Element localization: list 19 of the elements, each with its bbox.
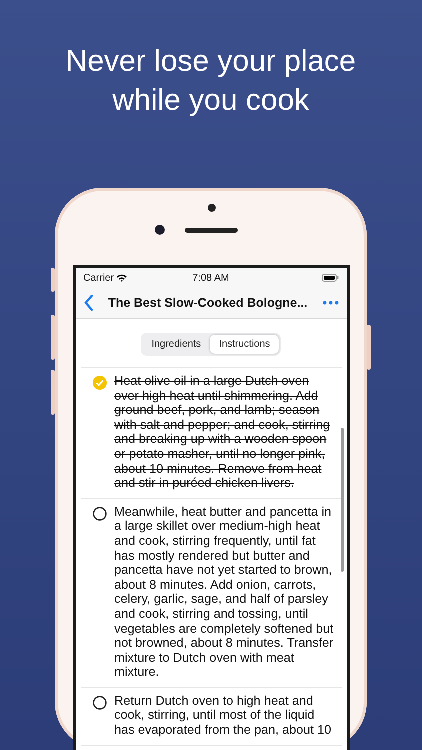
step-text: Meanwhile, heat butter and pancetta in a large skillet over medium-high heat and cook, stirring frequently, until fat has mostly rendered but butter and pancetta have not yet started to brown, about 8 minutes. Add onion, carrots, celery, garlic, sage, and half of parsley and cook, stirring and tossing, until vegetables are completely softened but not browned, about 8 minutes. Transfer mixture to Dutch oven with meat mixture. [114,504,335,680]
back-icon[interactable] [84,295,94,311]
headline: Never lose your place while you cook [64,44,358,119]
carrier-label: Carrier [84,272,114,284]
wifi-icon [117,274,128,282]
sensor-icon [208,204,216,212]
step-text: Return Dutch oven to high heat and cook, stirring, until most of the liquid has evaporated from the pan, about 10 [114,694,333,738]
recipe-title: The Best Slow-Cooked Bologne... [107,296,309,310]
checked-circle-icon[interactable] [92,376,106,390]
segment-tab[interactable]: Instructions [210,335,280,354]
more-icon[interactable] [322,301,338,305]
step-text: Heat olive oil in a large Dutch oven over high heat until shimmering. Add ground beef, pork, and lamb; season with salt and pepper; and cook, stirring and breaking up with a wooden spoon or potato masher, until no longer pink, about 10 minutes. Remove from heat and stir in puréed chicken livers. [114,374,332,491]
speaker-icon [185,228,238,233]
segment-tab[interactable]: Ingredients [142,335,210,354]
battery-icon [322,274,339,282]
camera-icon [155,225,165,235]
empty-circle-icon[interactable] [92,506,106,521]
clock-time: 7:08 AM [192,272,230,284]
empty-circle-icon[interactable] [92,696,106,710]
